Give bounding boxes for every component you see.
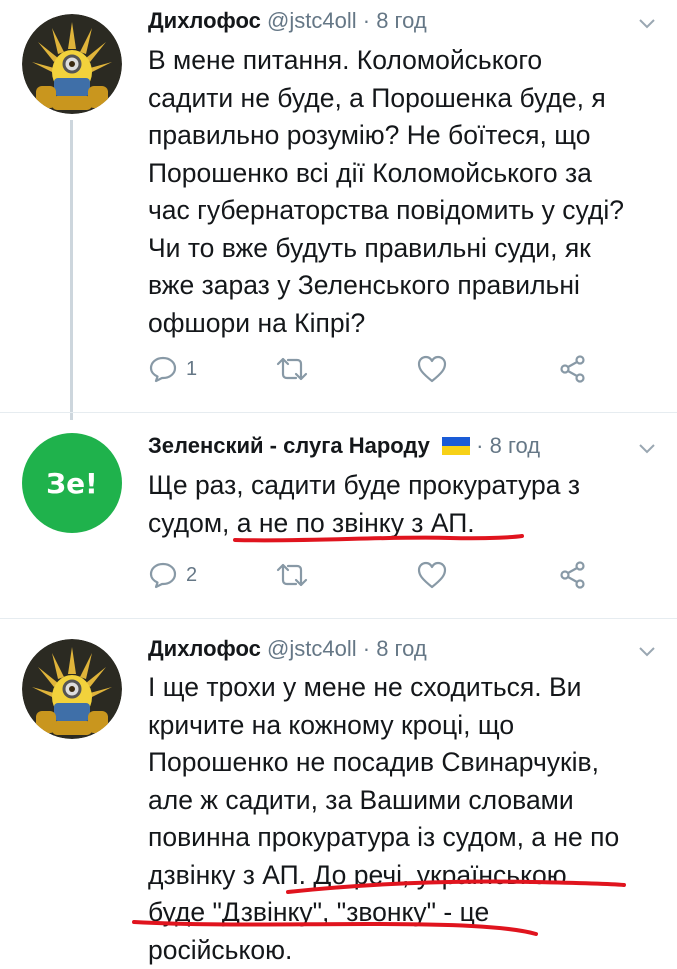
ukraine-flag-icon	[442, 437, 470, 455]
author-name[interactable]: Зеленский - слуга Народу	[148, 433, 430, 458]
text-line: буде "Дзвінку", "звонку" - це	[148, 894, 668, 932]
text-line: правильно розумію? Не боїтеся, що	[148, 117, 668, 155]
heart-icon	[416, 560, 448, 590]
separator-dot: ·	[476, 433, 483, 458]
chevron-down-icon[interactable]	[638, 646, 656, 658]
reply-button[interactable]: 2	[148, 558, 197, 592]
tweet-text: Ще раз, садити буде прокуратура з судом,…	[148, 467, 668, 542]
reply-count: 2	[186, 564, 197, 587]
chevron-down-icon[interactable]	[638, 443, 656, 455]
text-line: але ж садити, за Вашими словами	[148, 782, 668, 820]
like-button[interactable]	[416, 558, 448, 592]
golden-throne-minion-icon	[22, 14, 122, 114]
tweet-header: Дихлофос @jstc4oll · 8 год	[148, 8, 427, 34]
retweet-button[interactable]	[274, 558, 310, 592]
timestamp[interactable]: 8 год	[490, 433, 540, 458]
golden-throne-minion-icon	[22, 639, 122, 739]
text-line: Ще раз, садити буде прокуратура з	[148, 467, 668, 505]
text-line: вже зараз у Зеленського правильні	[148, 267, 668, 305]
text-line: І ще трохи у мене не сходиться. Ви	[148, 669, 668, 707]
tweet-1[interactable]: Дихлофос @jstc4oll · 8 год В мене питанн…	[0, 0, 677, 410]
reply-icon	[148, 354, 178, 384]
share-icon	[558, 354, 588, 384]
separator-dot: ·	[363, 636, 370, 661]
share-icon	[558, 560, 588, 590]
author-handle[interactable]: @jstc4oll	[267, 8, 357, 33]
text-line: час губернаторства повідомить у суді?	[148, 192, 668, 230]
reply-button[interactable]: 1	[148, 352, 197, 386]
text-line: повинна прокуратура із судом, а не по	[148, 819, 668, 857]
avatar-dyhlofos[interactable]	[22, 14, 122, 114]
tweet-3[interactable]: Дихлофос @jstc4oll · 8 год І ще трохи у …	[0, 619, 677, 960]
tweet-actions: 1	[148, 352, 608, 386]
tweet-2[interactable]: Зе! Зеленский - слуга Народу · 8 год Ще …	[0, 413, 677, 623]
text-line: дзвінку з АП. До речі, українською	[148, 857, 668, 895]
tweet-actions: 2	[148, 558, 608, 592]
author-name[interactable]: Дихлофос	[148, 636, 261, 661]
text-line: російською.	[148, 932, 668, 969]
retweet-icon	[274, 354, 310, 384]
text-line: садити не буде, а Порошенка буде, я	[148, 80, 668, 118]
share-button[interactable]	[558, 352, 588, 386]
timestamp[interactable]: 8 год	[376, 636, 426, 661]
like-button[interactable]	[416, 352, 448, 386]
timestamp[interactable]: 8 год	[376, 8, 426, 33]
share-button[interactable]	[558, 558, 588, 592]
text-line: Порошенко всі дії Коломойського за	[148, 155, 668, 193]
tweet-text: В мене питання. Коломойського садити не …	[148, 42, 668, 342]
tweet-header: Дихлофос @jstc4oll · 8 год	[148, 636, 427, 662]
chevron-down-icon[interactable]	[638, 18, 656, 30]
text-line: Порошенко не посадив Свинарчуків,	[148, 744, 668, 782]
text-line: В мене питання. Коломойського	[148, 42, 668, 80]
tweet-text: І ще трохи у мене не сходиться. Ви кричи…	[148, 669, 668, 969]
text-line: офшори на Кіпрі?	[148, 305, 668, 343]
tweet-header: Зеленский - слуга Народу · 8 год	[148, 433, 540, 459]
reply-icon	[148, 560, 178, 590]
reply-count: 1	[186, 358, 197, 381]
thread-connector	[70, 120, 73, 420]
avatar-zelensky[interactable]: Зе!	[22, 433, 122, 533]
retweet-button[interactable]	[274, 352, 310, 386]
heart-icon	[416, 354, 448, 384]
text-line: Чи то вже будуть правильні суди, як	[148, 230, 668, 268]
author-name[interactable]: Дихлофос	[148, 8, 261, 33]
avatar-dyhlofos[interactable]	[22, 639, 122, 739]
avatar-logo-text: Зе!	[46, 467, 98, 500]
text-line: кричите на кожному кроці, що	[148, 707, 668, 745]
retweet-icon	[274, 560, 310, 590]
text-line: судом, а не по звінку з АП.	[148, 505, 668, 543]
separator-dot: ·	[363, 8, 370, 33]
author-handle[interactable]: @jstc4oll	[267, 636, 357, 661]
